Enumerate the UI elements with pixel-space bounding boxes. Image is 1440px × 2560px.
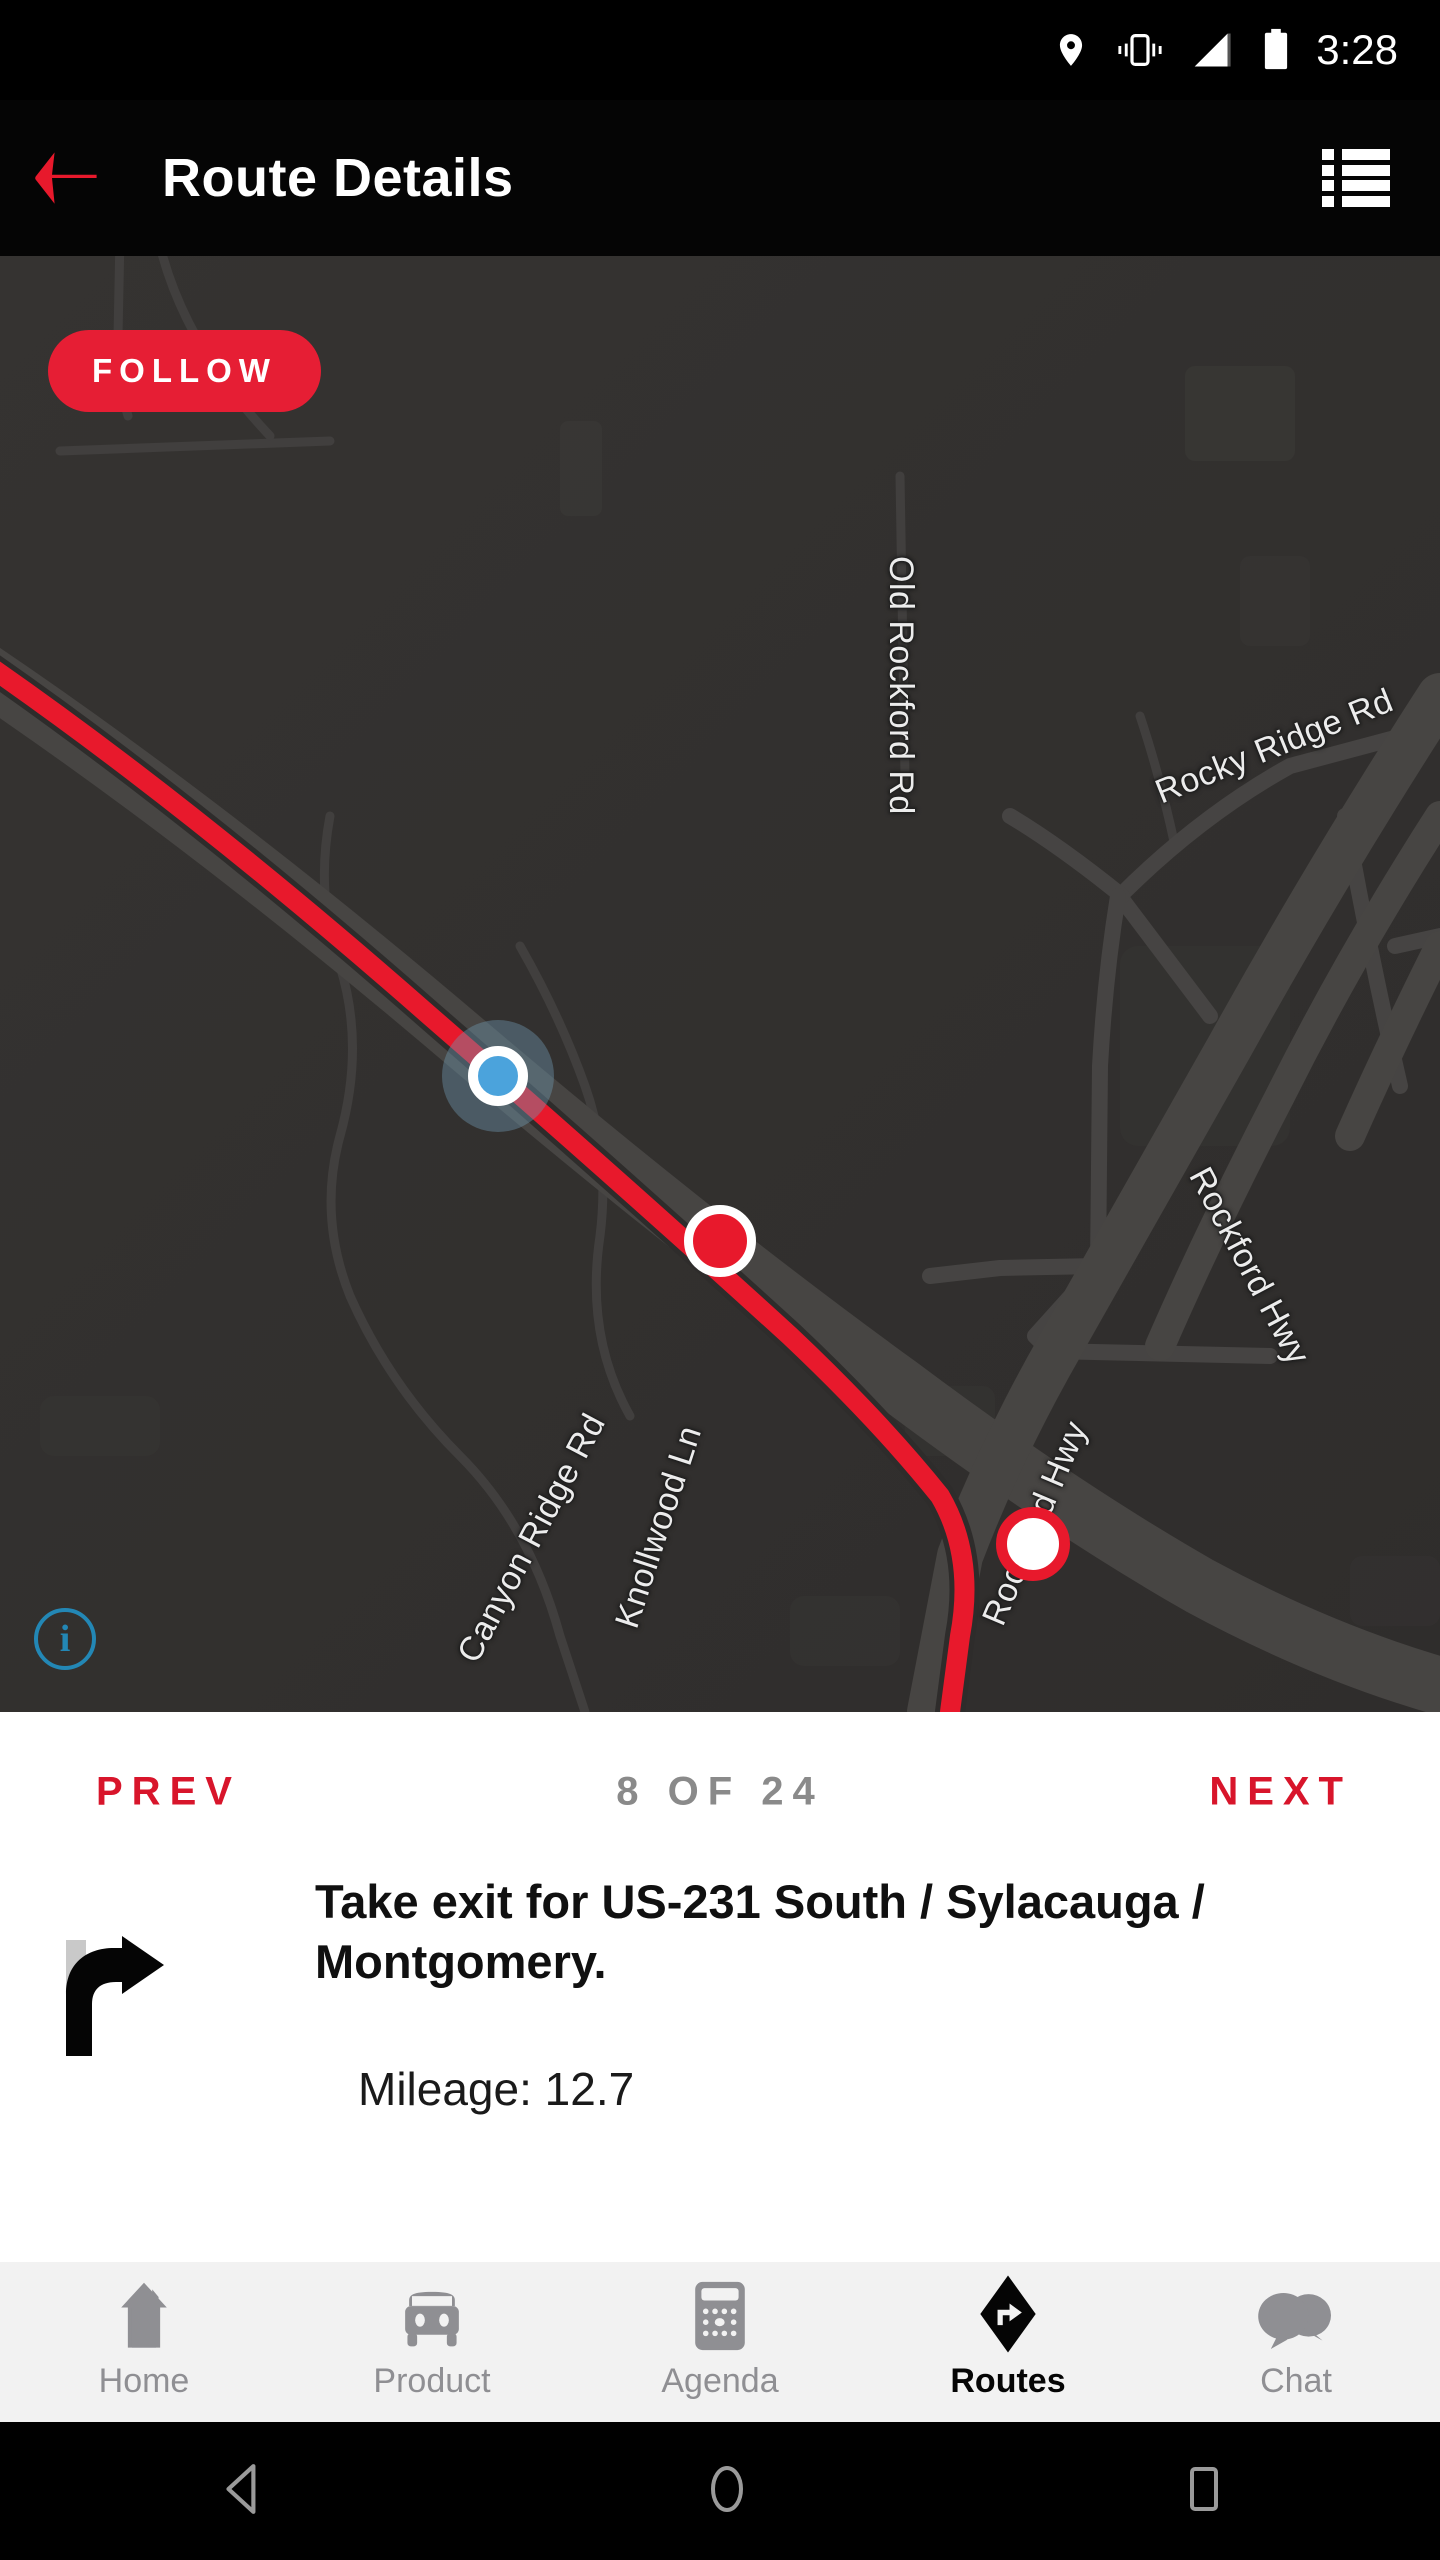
tab-product[interactable]: Product [288,2262,576,2422]
page-title: Route Details [162,148,514,208]
step-navigation: PREV 8 OF 24 NEXT [0,1712,1440,1872]
home-icon [106,2282,182,2354]
battery-icon [1265,28,1288,70]
app-root: 3:28 Route Details Old Rockford Rd Rocky… [0,0,1440,2560]
location-pin-icon [1060,34,1083,66]
tab-label: Routes [950,2361,1066,2400]
follow-button[interactable]: FOLLOW [48,330,321,412]
calculator-icon [689,2281,751,2354]
triangle-back-icon[interactable] [218,2462,268,2521]
tab-agenda[interactable]: Agenda [576,2262,864,2422]
tab-label: Product [373,2361,491,2400]
circle-home-icon[interactable] [705,2462,749,2521]
android-nav-bar [0,2422,1440,2560]
next-step-button[interactable]: NEXT [1209,1770,1352,1815]
back-button[interactable] [0,100,130,256]
tab-label: Agenda [661,2361,779,2400]
status-bar: 3:28 [0,0,1440,100]
back-arrow-icon [35,152,97,204]
car-icon [392,2284,472,2354]
tab-routes[interactable]: Routes [864,2262,1152,2422]
directions-icon [975,2275,1041,2354]
map-vector-layer [0,256,1440,1712]
square-recents-icon[interactable] [1186,2463,1222,2520]
turn-right-arrow-icon [66,1936,164,2056]
instruction-text: Take exit for US-231 South / Sylacauga /… [315,1875,1205,1989]
list-menu-icon[interactable] [1322,149,1390,207]
prev-step-button[interactable]: PREV [96,1770,241,1815]
step-counter: 8 OF 24 [616,1769,824,1814]
chat-bubbles-icon [1254,2284,1338,2354]
tab-home[interactable]: Home [0,2262,288,2422]
turn-point-marker[interactable] [996,1507,1070,1581]
waypoint-marker[interactable] [684,1205,756,1277]
signal-icon [1194,33,1231,67]
tab-label: Chat [1260,2361,1332,2400]
tab-chat[interactable]: Chat [1152,2262,1440,2422]
status-time: 3:28 [1316,26,1398,73]
mileage-text: Mileage: 12.7 [358,2063,635,2116]
map-canvas[interactable]: Old Rockford Rd Rocky Ridge Rd Rockford … [0,256,1440,1712]
bottom-tab-bar: Home Product Agenda Routes Chat [0,2262,1440,2422]
instruction-row: Take exit for US-231 South / Sylacauga /… [0,1872,1440,2116]
tab-label: Home [98,2361,190,2400]
app-header: Route Details [0,100,1440,256]
route-step-panel: PREV 8 OF 24 NEXT Take exit for US-231 S… [0,1712,1440,2262]
map-label: Old Rockford Rd [882,556,920,815]
current-location-marker[interactable] [468,1046,528,1106]
vibrate-icon [1118,34,1162,66]
map-info-icon[interactable]: i [34,1608,96,1670]
